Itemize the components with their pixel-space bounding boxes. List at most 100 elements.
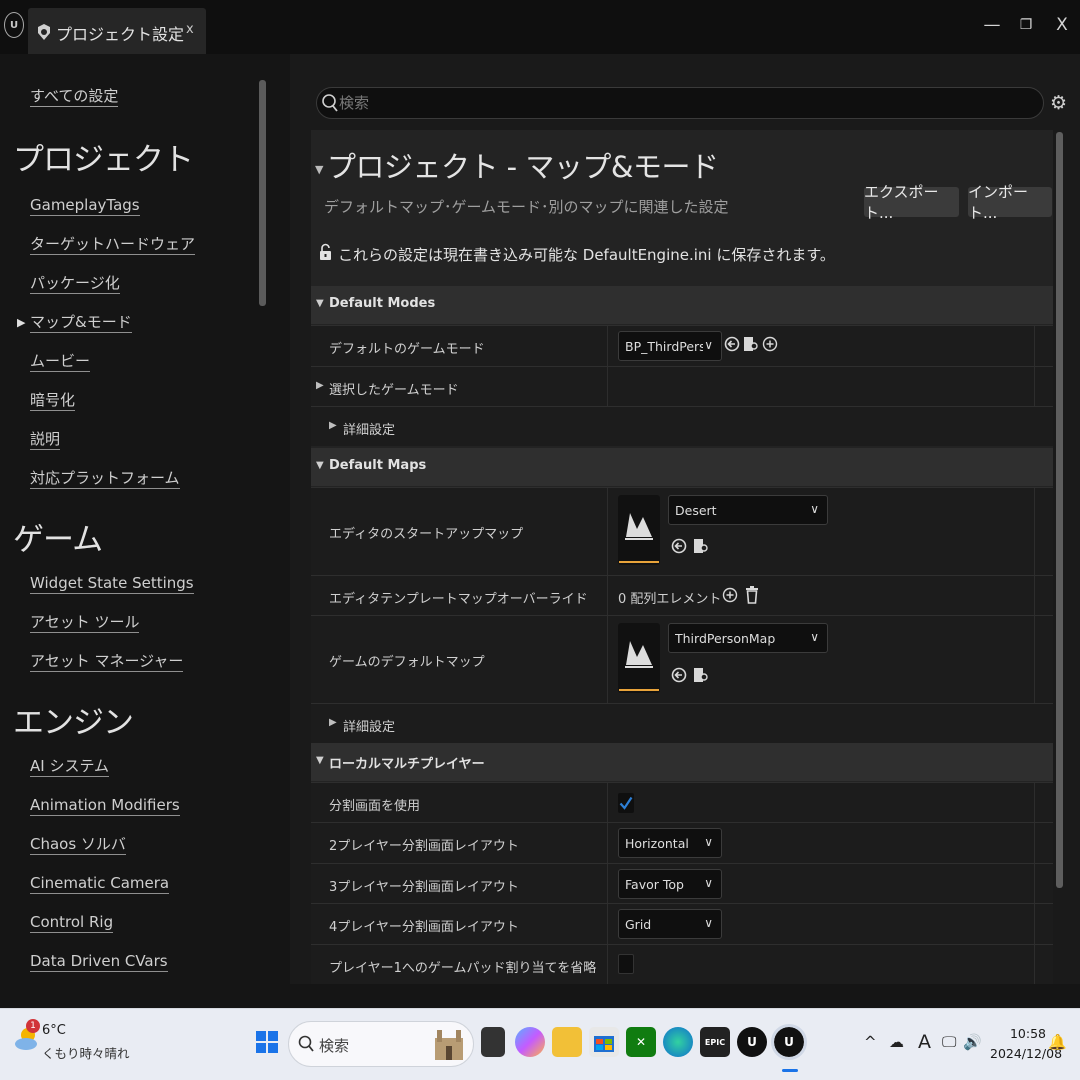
row-editor-template-override: エディタテンプレートマップオーバーライド 0 配列エレメント — [311, 575, 1053, 615]
settings-tab-icon — [36, 23, 52, 45]
minimize-button[interactable]: — — [974, 10, 1010, 40]
nav-item-crypto[interactable]: 暗号化 — [30, 391, 76, 411]
search-input[interactable] — [339, 92, 1019, 114]
section-default-maps[interactable]: ▼ Default Maps — [311, 448, 1053, 486]
nav-item-control-rig[interactable]: Control Rig — [30, 913, 114, 933]
notification-bell-icon[interactable]: 🔔 — [1048, 1033, 1067, 1051]
network-icon[interactable]: 🖵 — [942, 1033, 956, 1051]
game-default-map-dropdown[interactable]: ThirdPersonMap ∨ — [668, 623, 828, 653]
import-button[interactable]: インポート... — [968, 183, 1052, 222]
copilot-icon[interactable] — [515, 1027, 545, 1057]
taskbar-search[interactable]: 検索 — [288, 1021, 474, 1067]
maximize-button[interactable]: ❐ — [1008, 10, 1044, 40]
nav-item-supported-platforms[interactable]: 対応プラットフォーム — [30, 469, 180, 489]
unreal-logo-icon[interactable]: U — [4, 12, 24, 38]
page-description: デフォルトマップ･ゲームモード･別のマップに関連した設定 — [324, 198, 729, 216]
tab-close-icon[interactable]: x — [186, 22, 194, 37]
task-view-icon[interactable] — [481, 1027, 505, 1057]
nav-item-asset-manager[interactable]: アセット マネージャー — [30, 652, 184, 672]
map-thumbnail[interactable] — [618, 623, 660, 693]
four-player-layout-dropdown[interactable]: Grid ∨ — [618, 909, 722, 939]
collapse-arrow-icon[interactable]: ▼ — [315, 163, 323, 176]
section-default-modes[interactable]: ▼ Default Modes — [311, 286, 1053, 324]
epic-games-icon[interactable]: EPIC — [700, 1027, 730, 1057]
row-selected-game-mode[interactable]: ▶ 選択したゲームモード — [311, 366, 1053, 406]
map-thumbnail[interactable] — [618, 495, 660, 565]
onedrive-icon[interactable]: ☁ — [889, 1033, 904, 1051]
two-player-layout-dropdown[interactable]: Horizontal ∨ — [618, 828, 722, 858]
clock[interactable]: 10:58 2024/12/08 — [990, 1024, 1062, 1064]
file-explorer-icon[interactable] — [552, 1027, 582, 1057]
chevron-down-icon: ∨ — [704, 916, 713, 930]
section-collapse-icon: ▼ — [316, 460, 324, 471]
nav-item-description[interactable]: 説明 — [30, 430, 61, 450]
expand-arrow-icon[interactable]: ▶ — [316, 380, 324, 391]
gear-icon[interactable]: ⚙ — [1050, 92, 1068, 114]
row-two-player-layout: 2プレイヤー分割画面レイアウト Horizontal ∨ — [311, 822, 1053, 863]
nav-item-maps-modes[interactable]: マップ&モード — [30, 313, 132, 333]
nav-section-engine: エンジン — [13, 705, 134, 741]
xbox-icon[interactable]: ✕ — [626, 1027, 656, 1057]
weather-badge: 1 — [26, 1019, 40, 1033]
chevron-down-icon: ∨ — [810, 630, 819, 644]
editor-startup-map-dropdown[interactable]: Desert ∨ — [668, 495, 828, 525]
chevron-down-icon: ∨ — [704, 338, 713, 352]
nav-scrollbar[interactable] — [259, 80, 266, 306]
chevron-down-icon: ∨ — [704, 835, 713, 849]
expand-arrow-icon[interactable]: ▶ — [329, 420, 337, 431]
nav-item-animation-modifiers[interactable]: Animation Modifiers — [30, 796, 180, 816]
volume-icon[interactable]: 🔊 — [963, 1033, 982, 1051]
nav-item-gameplaytags[interactable]: GameplayTags — [30, 196, 140, 216]
nav-item-chaos-solver[interactable]: Chaos ソルバ — [30, 835, 126, 855]
export-button[interactable]: エクスポート... — [864, 183, 959, 222]
nav-section-project: プロジェクト — [13, 142, 194, 178]
content-scrollbar[interactable] — [1056, 132, 1063, 888]
expand-arrow-icon[interactable]: ▶ — [329, 717, 337, 728]
game-mode-dropdown[interactable]: BP_ThirdPersonGa ∨ — [618, 331, 722, 361]
unreal-engine-icon[interactable]: U — [737, 1027, 767, 1057]
active-item-arrow-icon: ▶ — [17, 316, 26, 329]
nav-item-movies[interactable]: ムービー — [30, 352, 91, 372]
nav-item-target-hardware[interactable]: ターゲットハードウェア — [30, 235, 196, 255]
use-splitscreen-checkbox[interactable] — [618, 793, 634, 813]
section-collapse-icon: ▼ — [316, 298, 324, 309]
chevron-down-icon: ∨ — [810, 502, 819, 516]
row-default-maps-advanced[interactable]: ▶ 詳細設定 — [311, 703, 1053, 743]
row-four-player-layout: 4プレイヤー分割画面レイアウト Grid ∨ — [311, 903, 1053, 944]
nav-item-asset-tools[interactable]: アセット ツール — [30, 613, 140, 633]
store-icon[interactable] — [589, 1027, 619, 1057]
row-skip-gamepad-assignment: プレイヤー1へのゲームパッド割り当てを省略 — [311, 944, 1053, 984]
use-selected-icon[interactable] — [671, 666, 687, 689]
nav-item-data-driven-cvars[interactable]: Data Driven CVars — [30, 952, 168, 972]
trash-icon[interactable] — [744, 585, 760, 610]
browse-asset-icon[interactable] — [743, 335, 759, 358]
nav-item-cinematic-camera[interactable]: Cinematic Camera — [30, 874, 170, 894]
active-app-indicator — [782, 1069, 798, 1072]
edge-icon[interactable] — [663, 1027, 693, 1057]
weather-widget[interactable]: 1 6°C くもり時々晴れ — [14, 1019, 130, 1061]
use-selected-icon[interactable] — [671, 537, 687, 560]
nav-item-packaging[interactable]: パッケージ化 — [30, 274, 120, 294]
chevron-down-icon: ∨ — [704, 876, 713, 890]
windows-start-icon[interactable] — [252, 1027, 282, 1057]
section-local-multiplayer[interactable]: ▼ ローカルマルチプレイヤー — [311, 743, 1053, 781]
nav-item-ai-system[interactable]: AI システム — [30, 757, 110, 777]
three-player-layout-dropdown[interactable]: Favor Top ∨ — [618, 869, 722, 899]
row-default-modes-advanced[interactable]: ▶ 詳細設定 — [311, 406, 1053, 446]
browse-asset-icon[interactable] — [693, 537, 709, 560]
add-element-icon[interactable] — [722, 586, 738, 609]
skip-gamepad-checkbox[interactable] — [618, 954, 634, 974]
browse-asset-icon[interactable] — [693, 666, 709, 689]
ime-indicator[interactable]: A — [918, 1031, 931, 1053]
add-icon[interactable] — [762, 335, 778, 358]
row-game-default-map: ゲームのデフォルトマップ ThirdPersonMap ∨ — [311, 615, 1053, 703]
settings-search[interactable] — [316, 87, 1044, 119]
tab-project-settings[interactable]: プロジェクト設定 x — [28, 8, 206, 54]
use-selected-icon[interactable] — [724, 335, 740, 358]
nav-all-settings[interactable]: すべての設定 — [30, 87, 119, 107]
tray-overflow-icon[interactable]: ^ — [864, 1033, 877, 1051]
nav-item-widget-state-settings[interactable]: Widget State Settings — [30, 574, 194, 594]
section-collapse-icon: ▼ — [316, 755, 324, 766]
close-button[interactable]: X — [1044, 10, 1080, 40]
unreal-editor-active-icon[interactable]: U — [771, 1024, 807, 1060]
